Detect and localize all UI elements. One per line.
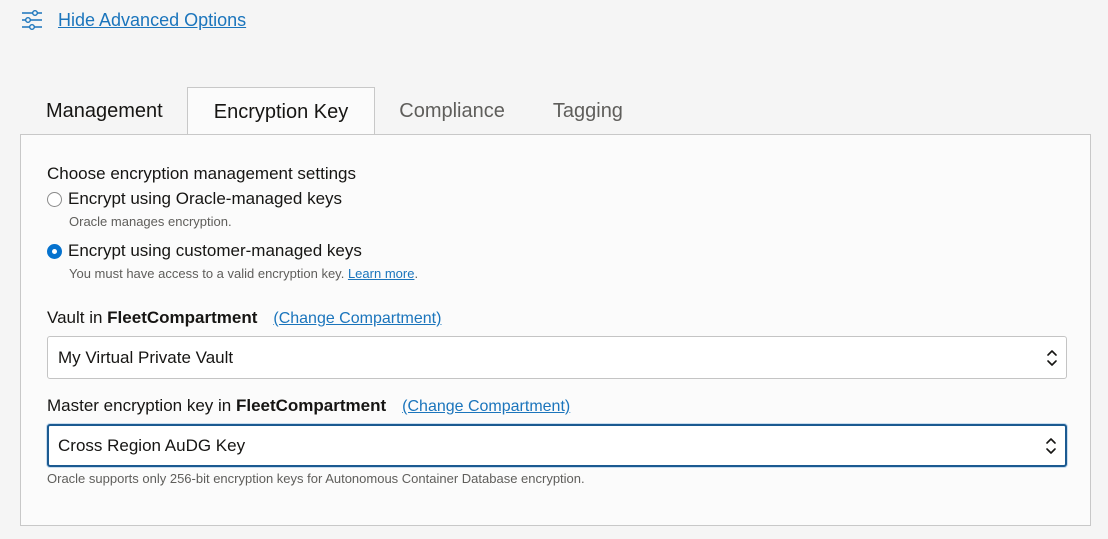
oracle-managed-keys-option[interactable]: Encrypt using Oracle-managed keys [47,189,342,209]
page: Hide Advanced Options Management Encrypt… [0,0,1108,539]
vault-select[interactable]: My Virtual Private Vault [47,336,1067,379]
customer-managed-keys-hint-text: You must have access to a valid encrypti… [69,266,345,281]
master-key-field-label: Master encryption key in FleetCompartmen… [47,396,570,416]
oracle-managed-keys-radio[interactable] [47,191,62,207]
master-key-selected-value: Cross Region AuDG Key [58,435,246,455]
encryption-settings-heading: Choose encryption management settings [47,164,357,183]
oracle-managed-keys-hint: Oracle manages encryption. [69,214,232,229]
tab-bar: Management Encryption Key Compliance Tag… [20,87,1092,136]
customer-managed-keys-radio[interactable] [47,243,62,259]
sliders-icon [20,8,44,32]
customer-managed-keys-option[interactable]: Encrypt using customer-managed keys [47,241,362,261]
customer-managed-keys-hint: You must have access to a valid encrypti… [69,266,418,281]
vault-label-prefix: Vault in [47,308,108,327]
vault-label-text: Vault in FleetCompartment [47,308,257,328]
tab-management[interactable]: Management [20,88,187,135]
master-key-hint: Oracle supports only 256-bit encryption … [47,471,585,486]
tab-encryption-key[interactable]: Encryption Key [186,87,376,136]
oracle-managed-keys-label: Encrypt using Oracle-managed keys [68,189,343,208]
customer-managed-keys-label: Encrypt using customer-managed keys [68,241,362,260]
master-key-select[interactable]: Cross Region AuDG Key [47,424,1067,467]
vault-selected-value: My Virtual Private Vault [58,347,234,367]
vault-change-compartment-link[interactable]: (Change Compartment) [273,310,441,328]
tab-compliance[interactable]: Compliance [375,88,529,135]
learn-more-link[interactable]: Learn more [348,266,414,281]
select-chevrons-icon [1045,436,1057,456]
select-chevrons-icon [1046,348,1058,368]
master-key-change-compartment-link[interactable]: (Change Compartment) [402,398,570,416]
master-key-label-text: Master encryption key in FleetCompartmen… [47,396,386,416]
master-key-compartment-name: FleetCompartment [235,396,387,415]
tab-tagging[interactable]: Tagging [529,88,647,135]
vault-compartment-name: FleetCompartment [107,308,258,327]
hide-advanced-options-link[interactable]: Hide Advanced Options [58,10,246,31]
master-key-label-prefix: Master encryption key in [47,396,236,415]
hint-period: . [414,266,419,281]
advanced-options-toggle[interactable]: Hide Advanced Options [20,8,246,32]
encryption-key-panel: Choose encryption management settings En… [20,134,1091,526]
vault-field-label: Vault in FleetCompartment (Change Compar… [47,308,441,328]
